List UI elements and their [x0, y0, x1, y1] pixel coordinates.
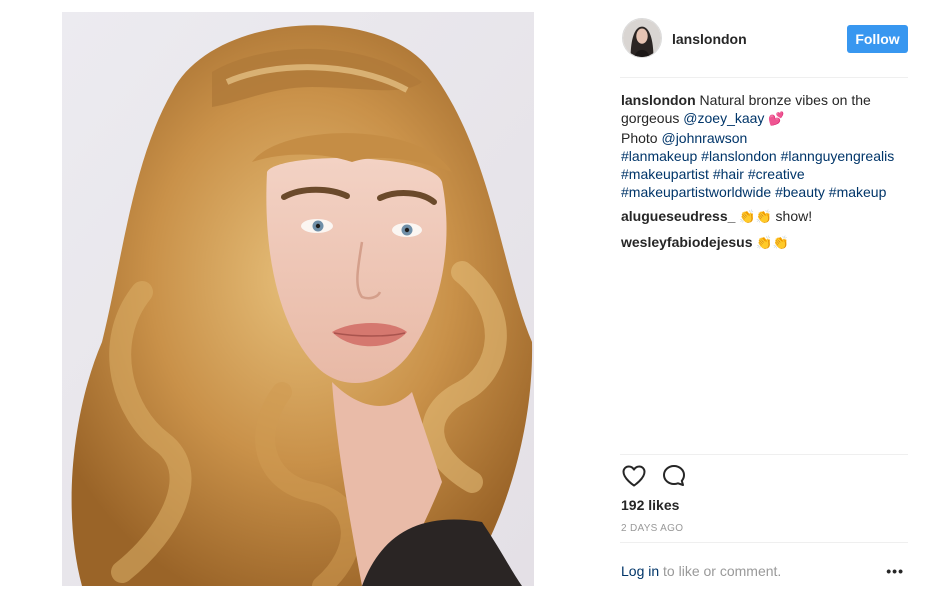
divider	[620, 77, 908, 78]
avatar[interactable]	[622, 18, 662, 58]
ellipsis-icon[interactable]: •••	[886, 564, 904, 578]
post-sidebar: lanslondon Follow lanslondon Natural bro…	[620, 0, 908, 596]
caption-username[interactable]: lanslondon	[621, 92, 696, 108]
comment-item: alugueseudress_ 👏👏 show!	[621, 207, 908, 227]
caption: lanslondon Natural bronze vibes on the g…	[621, 91, 908, 201]
header-username[interactable]: lanslondon	[672, 31, 747, 47]
comment-username[interactable]: alugueseudress_	[621, 208, 735, 224]
likes-count[interactable]: 192 likes	[621, 497, 679, 513]
post-photo[interactable]	[62, 12, 534, 586]
hashtags-line[interactable]: #makeupartistworldwide #beauty #makeup	[621, 184, 886, 200]
divider	[620, 454, 908, 455]
login-link[interactable]: Log in	[621, 563, 659, 579]
login-prompt: Log in to like or comment.	[621, 563, 908, 579]
post-header: lanslondon Follow	[620, 18, 908, 60]
mention-link[interactable]: @johnrawson	[661, 130, 747, 146]
hearts-emoji: 💕	[768, 112, 785, 127]
hashtags-line[interactable]: #lanmakeup #lanslondon #lannguyengrealis	[621, 148, 894, 164]
caption-photo-text: Photo	[621, 130, 662, 146]
follow-button[interactable]: Follow	[847, 25, 908, 53]
portrait-image	[62, 12, 534, 586]
comment-username[interactable]: wesleyfabiodejesus	[621, 234, 753, 250]
heart-outline-icon[interactable]	[620, 462, 648, 490]
action-bar	[620, 462, 908, 490]
hashtags-line[interactable]: #makeupartist #hair #creative	[621, 166, 805, 182]
clapping-emoji: 👏👏	[756, 236, 789, 251]
post-timestamp[interactable]: 2 DAYS AGO	[621, 523, 683, 534]
mention-link[interactable]: @zoey_kaay	[683, 110, 764, 126]
comment-item: wesleyfabiodejesus 👏👏	[621, 233, 908, 253]
divider	[620, 542, 908, 543]
comments-list: lanslondon Natural bronze vibes on the g…	[621, 91, 908, 253]
speech-bubble-icon[interactable]	[660, 462, 688, 490]
login-suffix: to like or comment.	[659, 563, 782, 579]
clapping-emoji: 👏👏	[739, 210, 772, 225]
comment-text: show!	[771, 208, 813, 224]
